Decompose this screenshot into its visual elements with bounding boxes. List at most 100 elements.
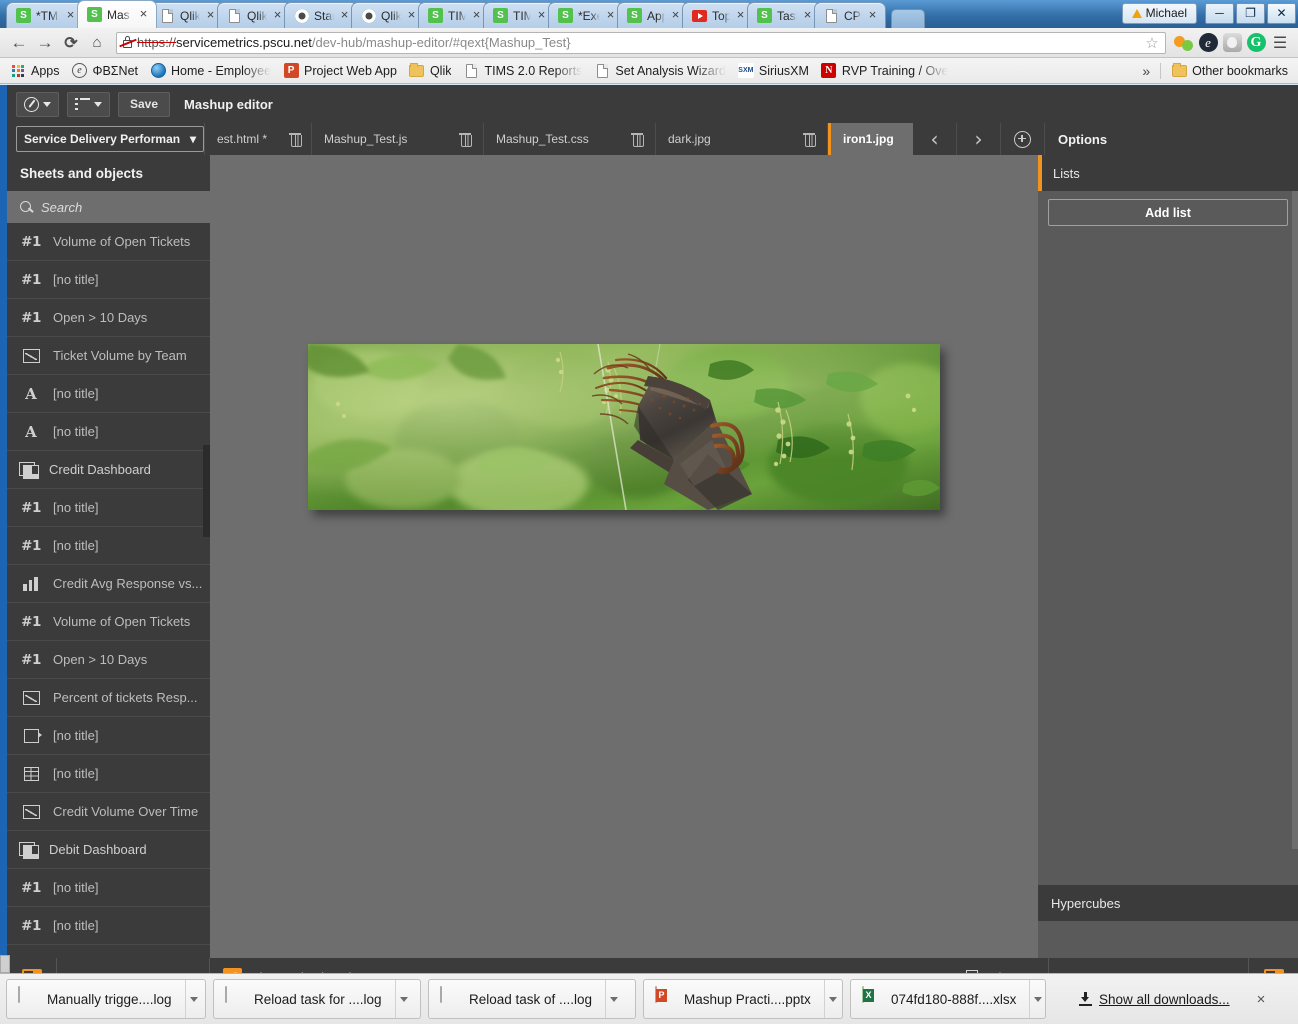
minimize-button[interactable]: ─ bbox=[1205, 2, 1234, 24]
download-item[interactable]: 074fd180-888f....xlsx bbox=[850, 979, 1046, 1019]
bookmark-item[interactable]: SXM SiriusXM bbox=[732, 61, 815, 81]
user-profile-chip[interactable]: Michael bbox=[1121, 2, 1197, 24]
object-list-item[interactable]: Credit Avg Response vs... bbox=[7, 565, 210, 603]
download-item-menu-button[interactable] bbox=[184, 980, 202, 1018]
browser-tab[interactable]: S Task × bbox=[747, 2, 821, 28]
close-tab-icon[interactable]: × bbox=[204, 8, 217, 22]
object-list-item[interactable]: #1 [no title] bbox=[7, 261, 210, 299]
bookmark-item[interactable]: Home - Employee bbox=[144, 61, 277, 81]
browser-tab[interactable]: S *TM × bbox=[6, 2, 84, 28]
file-tab[interactable]: dark.jpg bbox=[656, 123, 828, 155]
bookmark-item[interactable]: Qlik bbox=[403, 61, 458, 81]
browser-tab[interactable]: Top × bbox=[682, 2, 754, 28]
download-item-menu-button[interactable] bbox=[605, 980, 622, 1018]
object-list[interactable]: #1 Volume of Open Tickets #1 [no title] #1 Op… bbox=[7, 223, 210, 958]
add-list-button[interactable]: Add list bbox=[1048, 199, 1288, 226]
bookmarks-overflow-button[interactable]: » bbox=[1132, 63, 1160, 79]
delete-file-icon[interactable] bbox=[459, 132, 472, 147]
toggle-left-panel-button[interactable] bbox=[7, 958, 57, 973]
bookmark-item[interactable]: P Project Web App bbox=[277, 61, 403, 81]
delete-file-icon[interactable] bbox=[631, 132, 644, 147]
object-list-item[interactable]: [no title] bbox=[7, 717, 210, 755]
toggle-right-panel-button[interactable] bbox=[1248, 958, 1298, 973]
grammarly-icon[interactable]: G bbox=[1244, 31, 1268, 55]
browser-tab[interactable]: Qlik × bbox=[351, 2, 425, 28]
chrome-menu-icon[interactable]: ☰ bbox=[1268, 31, 1292, 55]
broken-https-lock-icon[interactable] bbox=[119, 35, 137, 50]
file-tab[interactable]: Mashup_Test.js bbox=[312, 123, 484, 155]
browser-tab[interactable]: S Mas × bbox=[77, 0, 157, 28]
sheet-list-item[interactable]: Debit Dashboard bbox=[7, 831, 210, 869]
hypercubes-section-header[interactable]: Hypercubes bbox=[1038, 885, 1298, 921]
browser-tab[interactable]: Qlik × bbox=[150, 2, 224, 28]
download-item[interactable]: Manually trigge....log bbox=[6, 979, 206, 1019]
object-list-item[interactable]: Percent of tickets Resp... bbox=[7, 679, 210, 717]
object-list-item[interactable]: A [no title] bbox=[7, 375, 210, 413]
delete-file-icon[interactable] bbox=[803, 132, 816, 147]
show-all-downloads-link[interactable]: Show all downloads... bbox=[1079, 992, 1230, 1007]
bookmark-item[interactable]: e ΦΒΣNet bbox=[66, 61, 145, 81]
file-tab[interactable]: est.html * bbox=[204, 123, 312, 155]
object-list-item[interactable]: #1 Volume of Open Tickets bbox=[7, 223, 210, 261]
browser-tab[interactable]: Star × bbox=[284, 2, 358, 28]
evernote-icon[interactable]: e bbox=[1196, 31, 1220, 55]
object-list-item[interactable]: #1 Open > 10 Days bbox=[7, 641, 210, 679]
object-list-item[interactable]: #1 [no title] bbox=[7, 907, 210, 945]
close-tab-icon[interactable]: × bbox=[271, 8, 284, 22]
sidebar-scrollbar[interactable] bbox=[203, 445, 210, 537]
search-input[interactable]: Search bbox=[7, 191, 210, 223]
app-selector-dropdown[interactable]: Service Delivery Performan ▾ bbox=[16, 126, 204, 152]
download-item-menu-button[interactable] bbox=[823, 980, 841, 1018]
close-tab-icon[interactable]: × bbox=[604, 8, 617, 22]
file-tab[interactable]: iron1.jpg bbox=[828, 123, 913, 155]
object-list-item[interactable]: #1 [no title] bbox=[7, 869, 210, 907]
pocket-icon[interactable] bbox=[1220, 31, 1244, 55]
object-list-item[interactable]: Credit Volume Over Time bbox=[7, 793, 210, 831]
prev-file-tab-button[interactable]: ‹ bbox=[913, 123, 957, 155]
other-bookmarks-folder[interactable]: Other bookmarks bbox=[1165, 61, 1294, 81]
object-list-item[interactable]: #1 Volume of Open Tickets bbox=[7, 603, 210, 641]
object-list-item[interactable]: [no title] bbox=[7, 755, 210, 793]
close-tab-icon[interactable]: × bbox=[866, 8, 879, 22]
lists-section-header[interactable]: Lists bbox=[1038, 155, 1298, 191]
browser-tab[interactable]: S App × bbox=[617, 2, 689, 28]
close-tab-icon[interactable]: × bbox=[535, 8, 548, 22]
browser-tab[interactable]: S *Exe × bbox=[548, 2, 624, 28]
list-menu-dropdown-button[interactable] bbox=[67, 91, 110, 117]
close-tab-icon[interactable]: × bbox=[801, 8, 814, 22]
browser-tab[interactable]: S TIM × bbox=[418, 2, 490, 28]
close-tab-icon[interactable]: × bbox=[405, 8, 418, 22]
close-tab-icon[interactable]: × bbox=[338, 8, 351, 22]
bookmark-star-icon[interactable]: ☆ bbox=[1143, 34, 1161, 52]
home-button[interactable]: ⌂ bbox=[84, 30, 110, 56]
add-file-button[interactable] bbox=[1001, 123, 1045, 155]
save-button[interactable]: Save bbox=[118, 91, 171, 117]
close-tab-icon[interactable]: × bbox=[470, 8, 483, 22]
file-tab[interactable]: Mashup_Test.css bbox=[484, 123, 656, 155]
close-tab-icon[interactable]: × bbox=[64, 8, 77, 22]
restore-button[interactable]: ❐ bbox=[1236, 2, 1265, 24]
browser-tab[interactable]: Qlik × bbox=[217, 2, 291, 28]
browser-tab[interactable]: S TIM × bbox=[483, 2, 555, 28]
object-list-item[interactable]: #1 Open > 10 Days bbox=[7, 299, 210, 337]
bookmark-item[interactable]: N RVP Training / Ove bbox=[815, 61, 955, 81]
close-tab-icon[interactable]: × bbox=[669, 8, 682, 22]
navigation-dropdown-button[interactable] bbox=[16, 91, 59, 117]
bookmark-item[interactable]: TIMS 2.0 Reports bbox=[457, 61, 588, 81]
delete-file-icon[interactable] bbox=[289, 132, 302, 147]
options-scroll-track[interactable] bbox=[1292, 191, 1298, 849]
download-item-menu-button[interactable] bbox=[394, 980, 412, 1018]
download-item[interactable]: Reload task of ....log bbox=[428, 979, 636, 1019]
object-list-item[interactable]: #1 [no title] bbox=[7, 527, 210, 565]
close-download-shelf-button[interactable]: × bbox=[1251, 991, 1272, 1008]
next-file-tab-button[interactable]: › bbox=[957, 123, 1001, 155]
close-window-button[interactable]: ✕ bbox=[1267, 2, 1296, 24]
reload-button[interactable]: ⟳ bbox=[58, 30, 84, 56]
close-tab-icon[interactable]: × bbox=[137, 7, 150, 21]
close-tab-icon[interactable]: × bbox=[734, 8, 747, 22]
new-tab-button[interactable] bbox=[891, 9, 925, 28]
address-bar[interactable]: https://servicemetrics.pscu.net/dev-hub/… bbox=[116, 31, 1166, 54]
preview-canvas[interactable] bbox=[210, 155, 1038, 958]
sheet-list-item[interactable]: Credit Dashboard bbox=[7, 451, 210, 489]
object-list-item[interactable]: #1 [no title] bbox=[7, 489, 210, 527]
